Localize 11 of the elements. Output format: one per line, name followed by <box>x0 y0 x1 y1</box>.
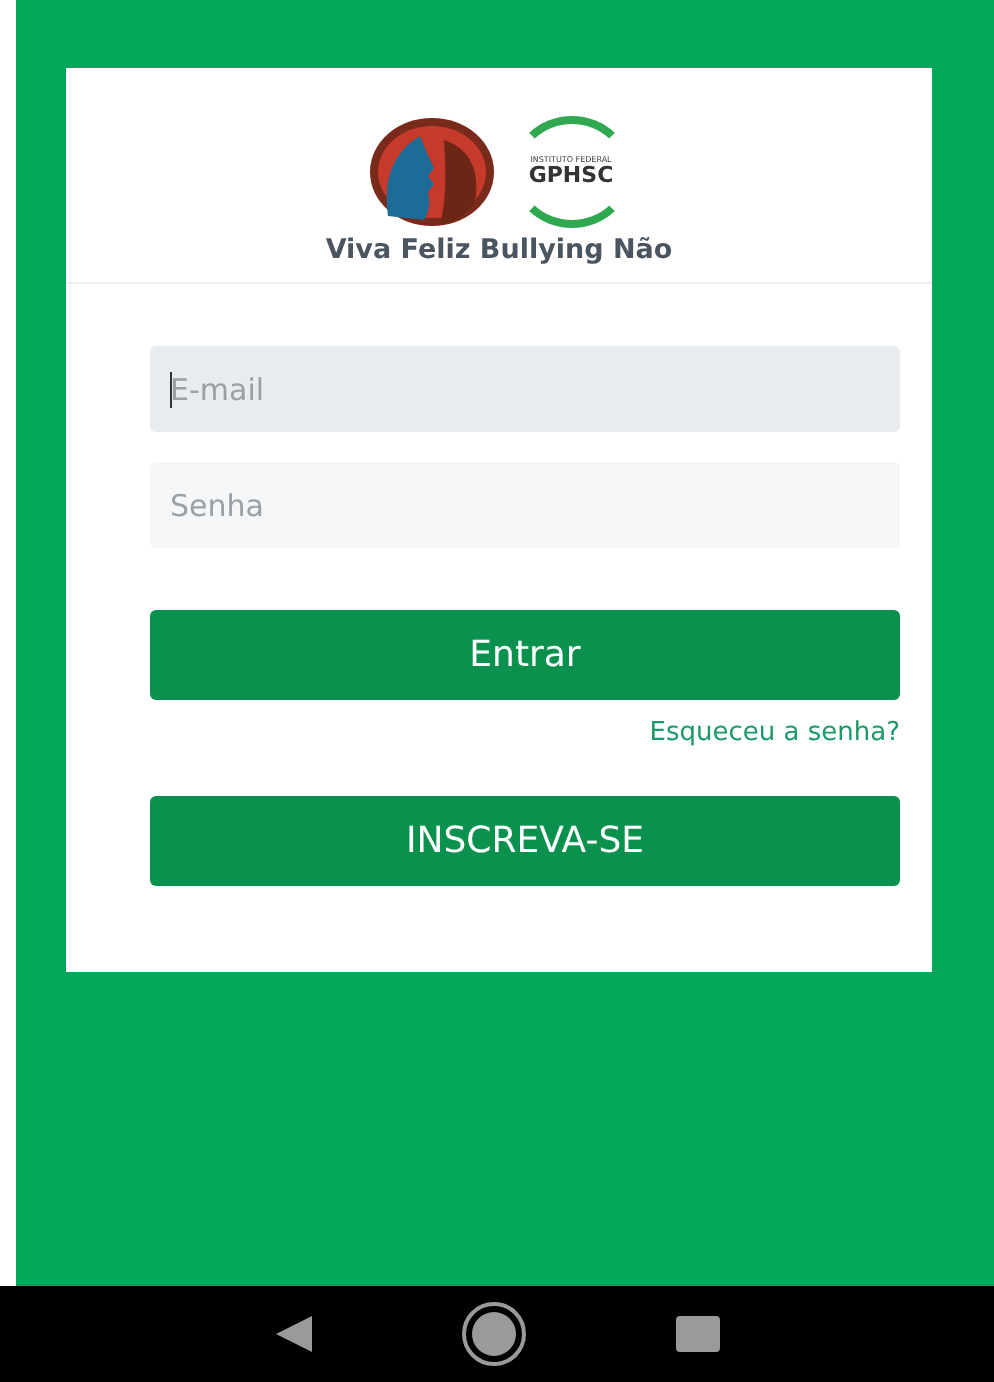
input-field[interactable]: Senha <box>150 462 900 548</box>
app-name: Viva Feliz Bullying Não <box>325 234 673 266</box>
profile-logo-icon <box>367 116 495 228</box>
logo-text: GPHSC <box>528 164 614 190</box>
forgot-password-link[interactable]: Esqueceu a senha? <box>649 718 900 748</box>
recents-icon[interactable] <box>676 1316 721 1352</box>
back-icon[interactable] <box>273 1316 314 1352</box>
home-icon[interactable] <box>460 1300 529 1368</box>
signup-button[interactable]: INSCREVA-SE <box>150 796 900 886</box>
input-field[interactable]: E-mail <box>150 346 900 432</box>
login-button[interactable]: Entrar <box>150 610 900 700</box>
